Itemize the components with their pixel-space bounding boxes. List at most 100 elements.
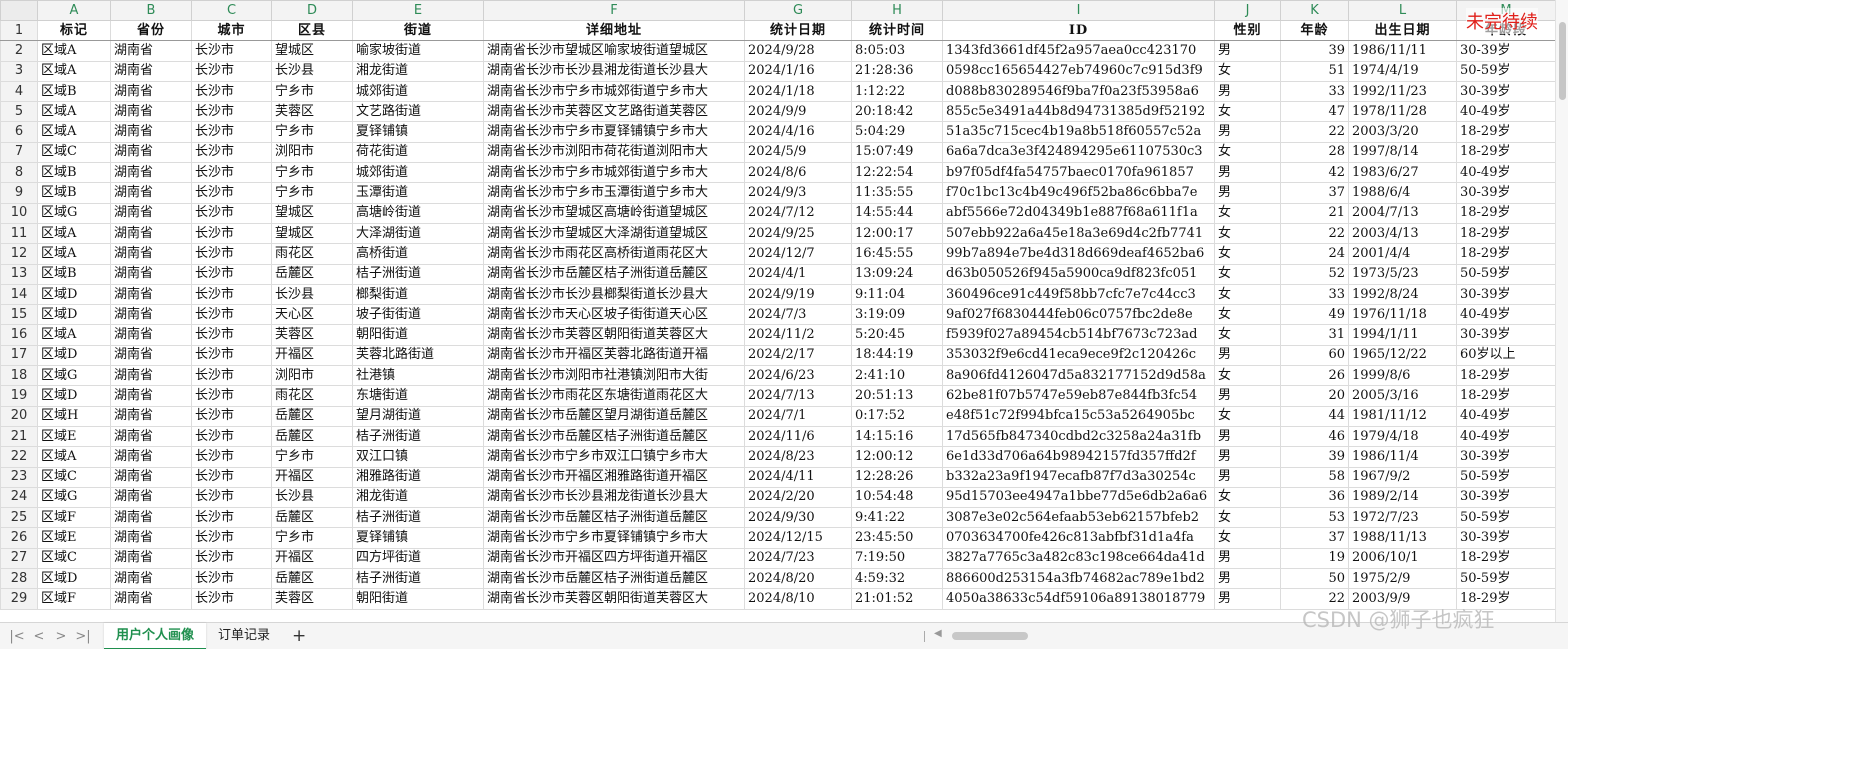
column-header-g[interactable]: G: [744, 0, 852, 21]
table-cell[interactable]: 18-29岁: [1456, 385, 1555, 407]
table-cell[interactable]: 9:41:22: [851, 507, 943, 529]
table-cell[interactable]: 2024/12/7: [744, 243, 852, 265]
table-cell[interactable]: 2024/7/13: [744, 385, 852, 407]
table-cell[interactable]: 33: [1280, 80, 1349, 103]
header-cell[interactable]: 性别: [1214, 19, 1281, 42]
table-cell[interactable]: 浏阳市: [271, 141, 353, 164]
table-cell[interactable]: 50-59岁: [1456, 507, 1555, 529]
table-cell[interactable]: 8a906fd4126047d5a832177152d9d58a: [942, 365, 1215, 387]
table-cell[interactable]: 区域A: [37, 324, 111, 346]
table-cell[interactable]: 城郊街道: [352, 162, 484, 184]
table-cell[interactable]: 天心区: [271, 304, 353, 326]
table-cell[interactable]: 37: [1280, 182, 1349, 204]
table-cell[interactable]: 21:01:52: [851, 588, 943, 610]
header-cell[interactable]: 统计日期: [744, 19, 852, 42]
table-cell[interactable]: 18-29岁: [1456, 547, 1555, 570]
table-cell[interactable]: 区域D: [37, 344, 111, 367]
table-cell[interactable]: 50-59岁: [1456, 466, 1555, 488]
table-cell[interactable]: 区域D: [37, 304, 111, 326]
table-cell[interactable]: 宁乡市: [271, 162, 353, 184]
table-cell[interactable]: 男: [1214, 466, 1281, 488]
table-cell[interactable]: 湖南省长沙市岳麓区桔子洲街道岳麓区: [483, 507, 745, 529]
table-cell[interactable]: 湖南省长沙市岳麓区望月湖街道岳麓区: [483, 405, 745, 427]
row-number[interactable]: 7: [0, 141, 38, 164]
table-cell[interactable]: 11:35:55: [851, 182, 943, 204]
table-cell[interactable]: 1988/11/13: [1348, 527, 1457, 549]
table-cell[interactable]: 5:20:45: [851, 324, 943, 346]
table-cell[interactable]: 桔子洲街道: [352, 425, 484, 448]
table-cell[interactable]: 62be81f07b5747e59eb87e844fb3fc54: [942, 385, 1215, 407]
table-cell[interactable]: 湖南省: [110, 507, 192, 529]
table-cell[interactable]: 2001/4/4: [1348, 243, 1457, 265]
table-cell[interactable]: 宁乡市: [271, 446, 353, 468]
table-cell[interactable]: 长沙市: [191, 40, 272, 62]
row-number[interactable]: 26: [0, 527, 38, 549]
table-cell[interactable]: 2024/11/6: [744, 425, 852, 448]
table-cell[interactable]: 湖南省长沙市岳麓区桔子洲街道岳麓区: [483, 425, 745, 448]
table-cell[interactable]: 男: [1214, 162, 1281, 184]
table-cell[interactable]: 女: [1214, 304, 1281, 326]
table-cell[interactable]: b332a23a9f1947ecafb87f7d3a30254c: [942, 466, 1215, 488]
table-cell[interactable]: 18-29岁: [1456, 365, 1555, 387]
table-cell[interactable]: 长沙市: [191, 101, 272, 123]
table-cell[interactable]: 5:04:29: [851, 121, 943, 143]
table-cell[interactable]: 18:44:19: [851, 344, 943, 367]
table-cell[interactable]: 女: [1214, 141, 1281, 164]
table-cell[interactable]: 长沙市: [191, 466, 272, 488]
table-cell[interactable]: 长沙市: [191, 385, 272, 407]
column-header-l[interactable]: L: [1348, 0, 1457, 21]
column-header-b[interactable]: B: [110, 0, 192, 21]
table-cell[interactable]: 长沙市: [191, 304, 272, 326]
table-cell[interactable]: 2024/8/23: [744, 446, 852, 468]
table-cell[interactable]: 2003/4/13: [1348, 222, 1457, 245]
table-cell[interactable]: 1994/1/11: [1348, 324, 1457, 346]
table-cell[interactable]: 朝阳街道: [352, 324, 484, 346]
table-cell[interactable]: 7:19:50: [851, 547, 943, 570]
column-header-c[interactable]: C: [191, 0, 272, 21]
table-cell[interactable]: 2024/7/3: [744, 304, 852, 326]
table-cell[interactable]: 湖南省长沙市宁乡市城郊街道宁乡市大: [483, 80, 745, 103]
table-cell[interactable]: 岳麓区: [271, 263, 353, 285]
column-header-d[interactable]: D: [271, 0, 353, 21]
table-cell[interactable]: 3:19:09: [851, 304, 943, 326]
last-sheet-icon[interactable]: >|: [72, 629, 94, 644]
table-cell[interactable]: 1983/6/27: [1348, 162, 1457, 184]
table-cell[interactable]: 女: [1214, 405, 1281, 427]
table-cell[interactable]: 区域D: [37, 568, 111, 590]
table-cell[interactable]: 女: [1214, 60, 1281, 82]
table-cell[interactable]: 女: [1214, 202, 1281, 224]
table-cell[interactable]: 大泽湖街道: [352, 222, 484, 245]
table-cell[interactable]: 1989/2/14: [1348, 486, 1457, 509]
table-cell[interactable]: d63b050526f945a5900ca9df823fc051: [942, 263, 1215, 285]
table-cell[interactable]: 12:00:17: [851, 222, 943, 245]
horizontal-scroll-thumb[interactable]: [952, 632, 1028, 640]
row-number[interactable]: 8: [0, 162, 38, 184]
row-number[interactable]: 11: [0, 222, 38, 245]
table-cell[interactable]: 6a6a7dca3e3f424894295e61107530c3: [942, 141, 1215, 164]
table-cell[interactable]: 1973/5/23: [1348, 263, 1457, 285]
table-cell[interactable]: 湖南省长沙市雨花区高桥街道雨花区大: [483, 243, 745, 265]
table-cell[interactable]: 18-29岁: [1456, 121, 1555, 143]
table-cell[interactable]: 1979/4/18: [1348, 425, 1457, 448]
table-cell[interactable]: 区域A: [37, 60, 111, 82]
row-number[interactable]: 5: [0, 101, 38, 123]
table-cell[interactable]: 夏铎铺镇: [352, 121, 484, 143]
table-cell[interactable]: 长沙市: [191, 80, 272, 103]
header-cell[interactable]: 省份: [110, 19, 192, 42]
table-cell[interactable]: 区域D: [37, 283, 111, 306]
table-cell[interactable]: 28: [1280, 141, 1349, 164]
table-cell[interactable]: 湖南省: [110, 365, 192, 387]
table-cell[interactable]: 区域B: [37, 182, 111, 204]
table-cell[interactable]: 湖南省: [110, 324, 192, 346]
table-cell[interactable]: 湖南省长沙市岳麓区桔子洲街道岳麓区: [483, 263, 745, 285]
table-cell[interactable]: 12:22:54: [851, 162, 943, 184]
table-cell[interactable]: 507ebb922a6a45e18a3e69d4c2fb7741: [942, 222, 1215, 245]
row-number[interactable]: 27: [0, 547, 38, 570]
column-header-i[interactable]: I: [942, 0, 1215, 21]
table-cell[interactable]: abf5566e72d04349b1e887f68a611f1a: [942, 202, 1215, 224]
table-cell[interactable]: 2024/6/23: [744, 365, 852, 387]
table-cell[interactable]: 2024/9/25: [744, 222, 852, 245]
scroll-left-icon[interactable]: ◀: [934, 628, 942, 639]
header-cell[interactable]: 详细地址: [483, 19, 745, 42]
table-cell[interactable]: e48f51c72f994bfca15c53a5264905bc: [942, 405, 1215, 427]
